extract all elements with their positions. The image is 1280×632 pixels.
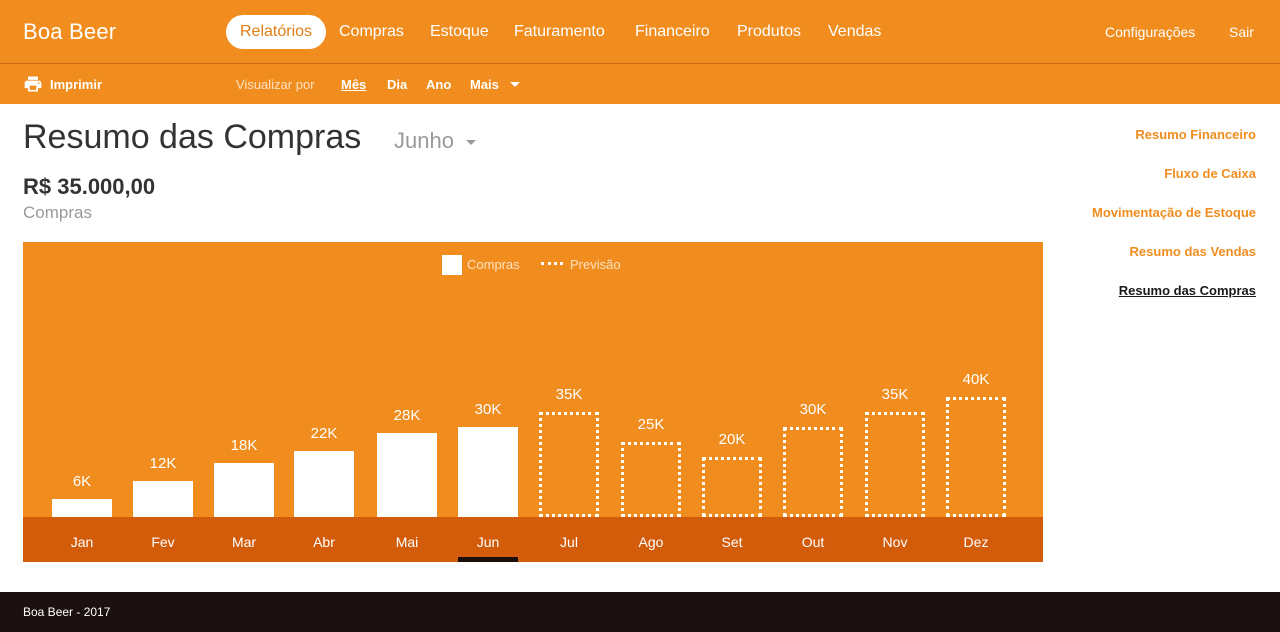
- data-label-jun: 30K: [474, 401, 502, 418]
- nav-item-sair[interactable]: Sair: [1229, 15, 1254, 49]
- x-tick-mai[interactable]: Mai: [377, 534, 437, 550]
- bar-abr[interactable]: [294, 451, 354, 517]
- bar-ago[interactable]: [621, 442, 681, 517]
- bar-out[interactable]: [783, 427, 843, 517]
- bar-fev[interactable]: [133, 481, 193, 517]
- x-tick-jun[interactable]: Jun: [458, 534, 518, 550]
- footer: Boa Beer - 2017: [0, 592, 1280, 632]
- data-label-mai: 28K: [393, 407, 421, 424]
- legend-swatch-previsao: [541, 262, 563, 265]
- brand-logo[interactable]: Boa Beer: [23, 19, 116, 45]
- data-label-abr: 22K: [310, 425, 338, 442]
- nav-item-faturamento[interactable]: Faturamento: [514, 15, 605, 49]
- x-tick-set[interactable]: Set: [702, 534, 762, 550]
- view-option-mais[interactable]: Mais: [470, 77, 499, 92]
- data-label-nov: 35K: [881, 386, 909, 403]
- selected-month-indicator: [458, 557, 518, 562]
- bar-jan[interactable]: [52, 499, 112, 517]
- data-label-ago: 25K: [637, 416, 665, 433]
- nav-item-relatorios[interactable]: Relatórios: [226, 15, 327, 49]
- footer-text: Boa Beer - 2017: [23, 605, 111, 619]
- nav-item-financeiro[interactable]: Financeiro: [635, 15, 710, 49]
- sidebar-link-resumo-financeiro[interactable]: Resumo Financeiro: [1135, 127, 1256, 142]
- nav-item-estoque[interactable]: Estoque: [430, 15, 489, 49]
- x-tick-dez[interactable]: Dez: [946, 534, 1006, 550]
- legend-label-previsao: Previsão: [570, 257, 621, 272]
- bar-set[interactable]: [702, 457, 762, 517]
- caret-down-icon[interactable]: [510, 82, 520, 87]
- purchases-chart: Compras Previsão 6K Jan 12K Fev 18K Mar 22K Abr…: [23, 242, 1043, 562]
- x-tick-ago[interactable]: Ago: [621, 534, 681, 550]
- month-selector[interactable]: Junho: [394, 128, 454, 154]
- bar-mai[interactable]: [377, 433, 437, 517]
- data-label-fev: 12K: [149, 455, 177, 472]
- bar-mar[interactable]: [214, 463, 274, 517]
- legend-swatch-compras: [442, 255, 462, 275]
- view-option-mes[interactable]: Mês: [341, 77, 366, 92]
- data-label-out: 30K: [799, 401, 827, 418]
- bar-jul[interactable]: [539, 412, 599, 517]
- x-tick-out[interactable]: Out: [783, 534, 843, 550]
- data-label-jan: 6K: [72, 473, 92, 490]
- print-button[interactable]: Imprimir: [50, 77, 102, 92]
- data-label-set: 20K: [718, 431, 746, 448]
- x-tick-jan[interactable]: Jan: [52, 534, 112, 550]
- top-navbar: Boa Beer Relatórios Compras Estoque Fatu…: [0, 0, 1280, 64]
- printer-icon[interactable]: [23, 74, 43, 94]
- nav-item-configuracoes[interactable]: Configurações: [1105, 15, 1195, 49]
- bar-jun[interactable]: [458, 427, 518, 517]
- view-option-ano[interactable]: Ano: [426, 77, 451, 92]
- view-by-label: Visualizar por: [236, 77, 315, 92]
- legend-label-compras: Compras: [467, 257, 520, 272]
- x-tick-abr[interactable]: Abr: [294, 534, 354, 550]
- x-tick-jul[interactable]: Jul: [539, 534, 599, 550]
- bar-dez[interactable]: [946, 397, 1006, 517]
- nav-item-compras[interactable]: Compras: [339, 15, 404, 49]
- report-toolbar: Imprimir Visualizar por Mês Dia Ano Mais: [0, 64, 1280, 104]
- bar-nov[interactable]: [865, 412, 925, 517]
- sidebar-link-movimentacao-estoque[interactable]: Movimentação de Estoque: [1092, 205, 1256, 220]
- x-tick-nov[interactable]: Nov: [865, 534, 925, 550]
- x-tick-mar[interactable]: Mar: [214, 534, 274, 550]
- view-option-dia[interactable]: Dia: [387, 77, 407, 92]
- sidebar-link-fluxo-de-caixa[interactable]: Fluxo de Caixa: [1164, 166, 1256, 181]
- total-amount: R$ 35.000,00: [23, 174, 156, 199]
- data-label-mar: 18K: [230, 437, 258, 454]
- nav-item-produtos[interactable]: Produtos: [737, 15, 801, 49]
- x-tick-fev[interactable]: Fev: [133, 534, 193, 550]
- caret-down-icon[interactable]: [466, 140, 476, 145]
- total-amount-label: Compras: [23, 203, 92, 222]
- data-label-jul: 35K: [555, 386, 583, 403]
- sidebar-link-resumo-vendas[interactable]: Resumo das Vendas: [1130, 244, 1256, 259]
- sidebar-link-resumo-compras[interactable]: Resumo das Compras: [1119, 283, 1256, 298]
- data-label-dez: 40K: [962, 371, 990, 388]
- nav-item-vendas[interactable]: Vendas: [828, 15, 881, 49]
- page-title: Resumo das Compras: [23, 118, 362, 156]
